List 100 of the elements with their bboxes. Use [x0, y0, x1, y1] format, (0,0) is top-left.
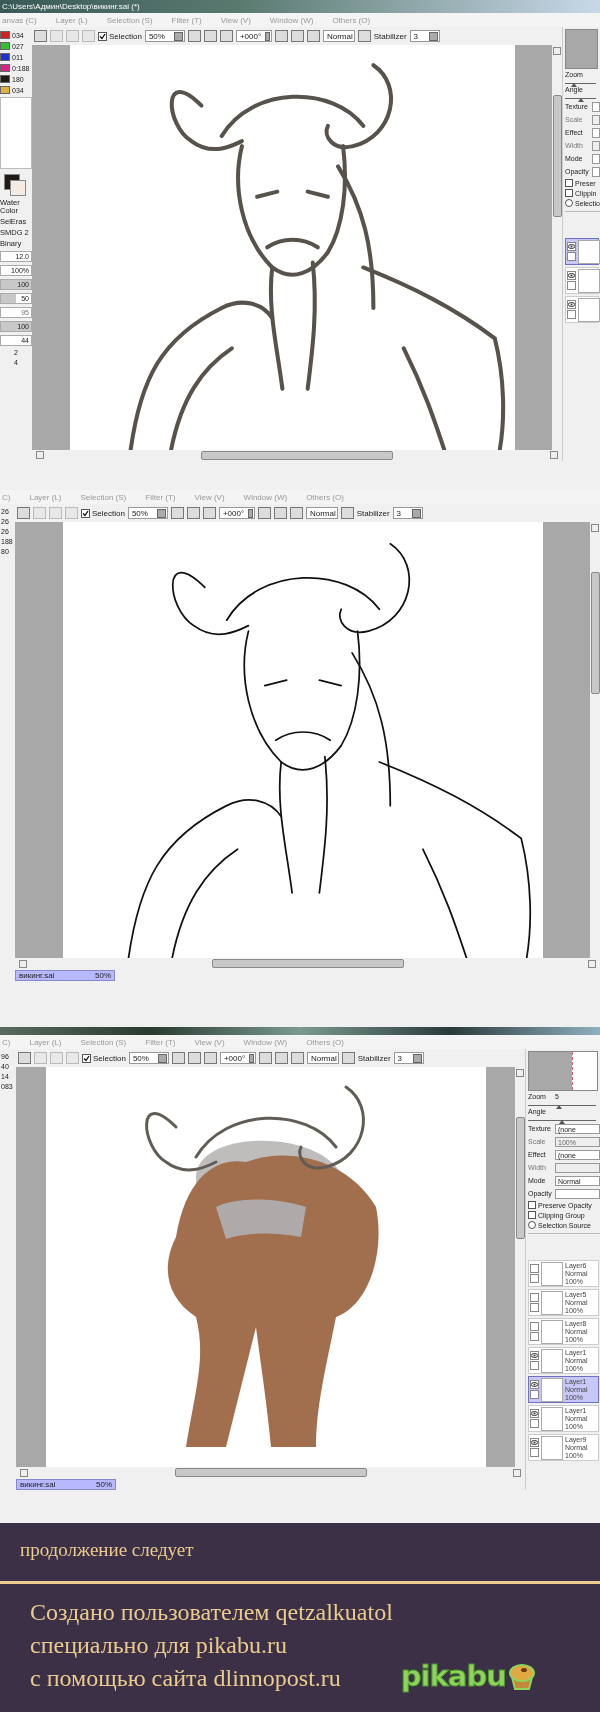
visibility-toggle[interactable] [530, 1409, 539, 1418]
rotate-left-button[interactable] [258, 1052, 272, 1064]
selection-checkbox[interactable]: Selection [82, 1053, 126, 1063]
flip-button[interactable] [341, 1052, 355, 1064]
layer-thumbnail [541, 1377, 563, 1402]
visibility-toggle[interactable] [530, 1380, 539, 1389]
zoom-field[interactable]: 50% [127, 507, 168, 519]
stabilizer-label: Stabilizer [356, 508, 390, 518]
dropdown-field[interactable] [592, 101, 600, 112]
flip-button[interactable] [340, 507, 354, 519]
layer-option-box[interactable] [530, 1419, 539, 1428]
window-title: C:\Users\Админ\Desktop\викинг.sai (*) [0, 0, 600, 13]
continuation-note: продолжение следует [19, 1538, 195, 1562]
reset-zoom-button[interactable] [219, 30, 233, 42]
dropdown-field[interactable] [592, 153, 600, 164]
flip-button[interactable] [357, 30, 371, 42]
angle-field[interactable]: +000° [235, 30, 272, 42]
layer-option-box[interactable] [567, 281, 576, 290]
slider-handle[interactable] [577, 98, 584, 102]
visibility-toggle[interactable] [530, 1322, 539, 1331]
checkmark-icon [82, 509, 89, 517]
zoom-in-button[interactable] [187, 1052, 201, 1064]
layer-option-box[interactable] [530, 1361, 539, 1370]
layer-item[interactable] [565, 296, 599, 323]
layer-item[interactable] [565, 267, 599, 294]
visibility-toggle[interactable] [530, 1351, 539, 1360]
color-slider[interactable] [0, 64, 10, 72]
undo-button[interactable] [17, 507, 30, 519]
reset-rotation-button[interactable] [290, 1052, 304, 1064]
color-slider[interactable] [0, 86, 10, 94]
visibility-toggle[interactable] [567, 242, 576, 251]
rotate-left-button[interactable] [274, 30, 288, 42]
visibility-toggle[interactable] [530, 1264, 539, 1273]
layer-option-box[interactable] [530, 1448, 539, 1457]
reset-rotation-button[interactable] [306, 30, 320, 42]
reset-zoom-button[interactable] [203, 1052, 217, 1064]
angle-field[interactable]: +000° [219, 1052, 256, 1064]
layer-thumbnail [541, 1435, 563, 1460]
reset-rotation-button[interactable] [289, 507, 303, 519]
layer-thumbnail [541, 1406, 563, 1431]
color-slider[interactable] [0, 75, 10, 83]
layer-item[interactable] [565, 238, 599, 265]
stabilizer-label: Stabilizer [357, 1053, 391, 1063]
layer-thumbnail [541, 1261, 563, 1286]
layer-option-box[interactable] [530, 1303, 539, 1312]
dropdown-field[interactable] [592, 114, 600, 125]
visibility-toggle[interactable] [567, 300, 576, 309]
undo-button[interactable] [34, 30, 47, 42]
layer-option-box[interactable] [530, 1390, 539, 1399]
checkmark-icon [83, 1054, 90, 1062]
angle-field[interactable]: +000° [218, 507, 255, 519]
stabilizer-field[interactable]: 3 [393, 1052, 424, 1064]
zoom-out-button[interactable] [170, 507, 184, 519]
layer-option-box[interactable] [567, 310, 576, 319]
file-tab[interactable]: викинг.sai 50% [15, 969, 115, 981]
mode-field[interactable]: Normal [306, 1052, 339, 1064]
visibility-toggle[interactable] [567, 271, 576, 280]
navigator-preview [528, 1051, 598, 1091]
layer-thumbnail [578, 268, 600, 293]
layer-thumbnail [541, 1319, 563, 1344]
zoom-in-button[interactable] [203, 30, 217, 42]
layer-thumbnail [541, 1348, 563, 1373]
layer-option-box[interactable] [530, 1274, 539, 1283]
color-slider[interactable] [0, 31, 10, 39]
stabilizer-field[interactable]: 3 [392, 507, 423, 519]
visibility-toggle[interactable] [530, 1293, 539, 1302]
rotate-right-button[interactable] [290, 30, 304, 42]
credit-line: специально для pikabu.ru [30, 1631, 288, 1660]
file-tab[interactable]: викинг.sai 50% [16, 1478, 116, 1490]
dropdown-field[interactable] [592, 166, 600, 177]
rotate-right-button[interactable] [273, 507, 287, 519]
logo[interactable]: pikabu [400, 1659, 537, 1693]
layer-option-box[interactable] [530, 1332, 539, 1341]
mode-field[interactable]: Normal [322, 30, 355, 42]
zoom-field[interactable]: 50% [128, 1052, 169, 1064]
dropdown-field[interactable] [592, 127, 600, 138]
rotate-right-button[interactable] [274, 1052, 288, 1064]
zoom-field[interactable]: 50% [144, 30, 185, 42]
zoom-in-button[interactable] [186, 507, 200, 519]
dropdown-field[interactable] [592, 140, 600, 151]
mode-field[interactable]: Normal [305, 507, 338, 519]
undo-button[interactable] [18, 1052, 31, 1064]
dropdown-field[interactable] [555, 1188, 600, 1199]
visibility-toggle[interactable] [530, 1438, 539, 1447]
rotate-left-button[interactable] [257, 507, 271, 519]
slider-handle[interactable] [571, 83, 578, 87]
stabilizer-field[interactable]: 3 [409, 30, 440, 42]
selection-checkbox[interactable]: Selection [98, 31, 142, 41]
color-slider[interactable] [0, 42, 10, 50]
layer-option-box[interactable] [567, 252, 576, 261]
selection-checkbox[interactable]: Selection [81, 508, 125, 518]
navigator-preview [565, 29, 598, 69]
dropdown-field[interactable] [555, 1162, 600, 1173]
zoom-out-button[interactable] [171, 1052, 185, 1064]
slider-handle[interactable] [555, 1105, 562, 1109]
credit-line: с помощью сайта dlinnopost.ru [30, 1664, 342, 1693]
reset-zoom-button[interactable] [202, 507, 216, 519]
zoom-out-button[interactable] [187, 30, 201, 42]
layer-thumbnail [541, 1290, 563, 1315]
color-slider[interactable] [0, 53, 10, 61]
